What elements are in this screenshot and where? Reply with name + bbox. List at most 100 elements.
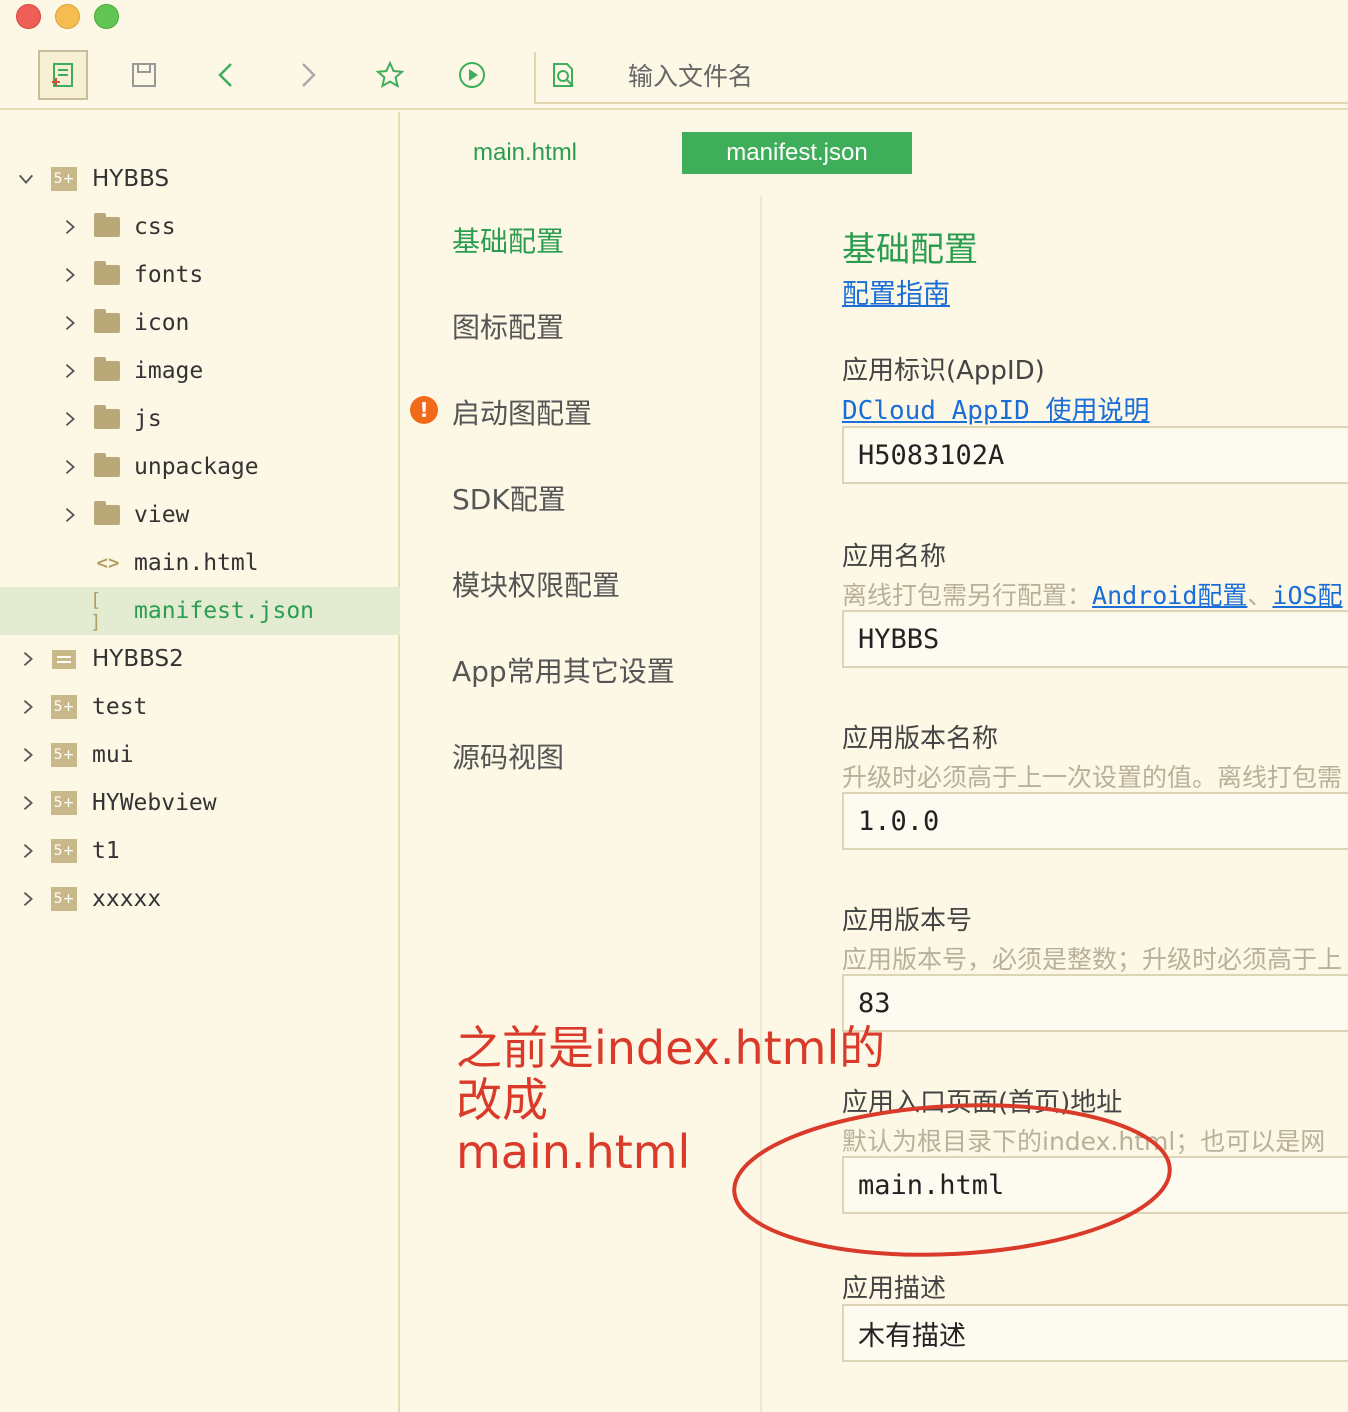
tree-project-hywebview[interactable]: 5+ HYWebview — [0, 779, 400, 827]
nav-source-view[interactable]: 源码视图 — [452, 736, 564, 776]
appid-input[interactable] — [842, 426, 1348, 484]
save-button[interactable] — [119, 50, 169, 100]
file-search-button[interactable] — [538, 50, 588, 100]
annotation-line: 之前是index.html的 — [456, 1021, 886, 1075]
project-5plus-icon: 5+ — [51, 694, 77, 720]
tree-file-manifest-json[interactable]: [ ] manifest.json — [0, 587, 400, 635]
tree-label: main.html — [134, 550, 259, 576]
tree-folder-css[interactable]: css — [0, 203, 400, 251]
app-name-hint: 离线打包需另行配置：Android配置、iOS配 — [842, 576, 1343, 612]
toolbar — [0, 40, 1348, 110]
tree-project-hybbs[interactable]: 5+ HYBBS — [0, 155, 400, 203]
app-name-input[interactable] — [842, 610, 1348, 668]
tree-folder-icon[interactable]: icon — [0, 299, 400, 347]
tree-label: mui — [92, 742, 134, 768]
chevron-right-icon[interactable] — [18, 889, 38, 909]
star-icon — [375, 60, 405, 89]
section-title: 基础配置 — [842, 230, 978, 270]
save-icon — [132, 63, 156, 87]
file-search-input[interactable] — [628, 56, 1228, 96]
json-file-icon: [ ] — [90, 589, 102, 633]
folder-icon — [94, 453, 120, 480]
run-button[interactable] — [447, 50, 497, 100]
chevron-right-icon[interactable] — [60, 313, 80, 333]
config-nav: 基础配置 图标配置 ! 启动图配置 SDK配置 模块权限配置 App常用其它设置… — [402, 196, 762, 1412]
version-name-input[interactable] — [842, 792, 1348, 850]
chevron-right-icon[interactable] — [18, 793, 38, 813]
back-button[interactable] — [201, 50, 251, 100]
chevron-left-icon — [218, 63, 232, 87]
ios-config-link[interactable]: iOS配 — [1272, 581, 1342, 610]
chevron-right-icon[interactable] — [18, 745, 38, 765]
appid-usage-link[interactable]: 使用说明 — [1046, 396, 1150, 426]
nav-icon-config[interactable]: 图标配置 — [452, 306, 564, 346]
tab-main-html[interactable]: main.html — [440, 132, 610, 174]
tree-label: HYBBS — [92, 166, 170, 192]
tree-project-hybbs2[interactable]: HYBBS2 — [0, 635, 400, 683]
chevron-right-icon[interactable] — [60, 457, 80, 477]
folder-icon — [94, 261, 120, 288]
new-file-icon — [52, 63, 73, 87]
chevron-down-icon[interactable] — [16, 169, 36, 189]
description-input[interactable] — [842, 1304, 1348, 1362]
close-window-button[interactable] — [16, 4, 41, 29]
nav-module-permission-config[interactable]: 模块权限配置 — [452, 564, 620, 604]
tree-label: css — [134, 214, 176, 240]
config-guide-link[interactable]: 配置指南 — [842, 272, 950, 311]
chevron-right-icon[interactable] — [60, 505, 80, 525]
version-code-label: 应用版本号 — [842, 906, 973, 936]
chevron-right-icon[interactable] — [18, 841, 38, 861]
tree-label: HYWebview — [92, 790, 217, 816]
chevron-right-icon[interactable] — [18, 649, 38, 669]
chevron-right-icon[interactable] — [60, 217, 80, 237]
tree-folder-js[interactable]: js — [0, 395, 400, 443]
play-icon — [459, 62, 485, 88]
folder-icon — [94, 213, 120, 240]
forward-button[interactable] — [283, 50, 333, 100]
tree-file-main-html[interactable]: <> main.html — [0, 539, 400, 587]
project-5plus-icon: 5+ — [51, 838, 77, 864]
html-file-icon: <> — [96, 552, 120, 574]
description-label: 应用描述 — [842, 1274, 947, 1304]
project-tree: 5+ HYBBS css fonts icon image js unpacka… — [0, 112, 400, 1412]
new-file-button[interactable] — [38, 50, 88, 100]
favorite-button[interactable] — [365, 50, 415, 100]
version-code-hint: 应用版本号，必须是整数；升级时必须高于上 — [842, 945, 1343, 974]
tree-folder-view[interactable]: view — [0, 491, 400, 539]
zoom-window-button[interactable] — [94, 4, 119, 29]
tree-label: manifest.json — [134, 598, 315, 624]
chevron-right-icon[interactable] — [60, 409, 80, 429]
tab-manifest-json[interactable]: manifest.json — [682, 132, 912, 174]
nav-sdk-config[interactable]: SDK配置 — [452, 478, 566, 518]
nav-basic-config[interactable]: 基础配置 — [452, 220, 564, 260]
tree-folder-image[interactable]: image — [0, 347, 400, 395]
chevron-right-icon[interactable] — [60, 361, 80, 381]
tree-project-t1[interactable]: 5+ t1 — [0, 827, 400, 875]
folder-icon — [94, 405, 120, 432]
chevron-right-icon — [302, 63, 316, 87]
android-config-link[interactable]: Android配置 — [1092, 581, 1247, 610]
tree-project-mui[interactable]: 5+ mui — [0, 731, 400, 779]
version-code-input[interactable] — [842, 974, 1348, 1032]
chevron-right-icon[interactable] — [18, 697, 38, 717]
tree-folder-unpackage[interactable]: unpackage — [0, 443, 400, 491]
app-name-label: 应用名称 — [842, 542, 947, 572]
app-name-hint-text: 离线打包需另行配置： — [842, 581, 1093, 610]
folder-icon — [94, 357, 120, 384]
tree-project-xxxxx[interactable]: 5+ xxxxx — [0, 875, 400, 923]
dcloud-appid-link[interactable]: DCloud AppID — [842, 396, 1030, 426]
nav-splash-config[interactable]: 启动图配置 — [452, 392, 592, 432]
project-list-icon — [51, 646, 77, 672]
file-search-icon — [553, 63, 574, 87]
tree-label: t1 — [92, 838, 120, 864]
tree-folder-fonts[interactable]: fonts — [0, 251, 400, 299]
version-name-label: 应用版本名称 — [842, 724, 999, 754]
tree-label: icon — [134, 310, 190, 336]
tree-project-test[interactable]: 5+ test — [0, 683, 400, 731]
tree-label: test — [92, 694, 148, 720]
project-5plus-icon: 5+ — [51, 742, 77, 768]
chevron-right-icon[interactable] — [60, 265, 80, 285]
tree-label: unpackage — [134, 454, 259, 480]
minimize-window-button[interactable] — [55, 4, 80, 29]
nav-app-other-settings[interactable]: App常用其它设置 — [452, 650, 675, 690]
